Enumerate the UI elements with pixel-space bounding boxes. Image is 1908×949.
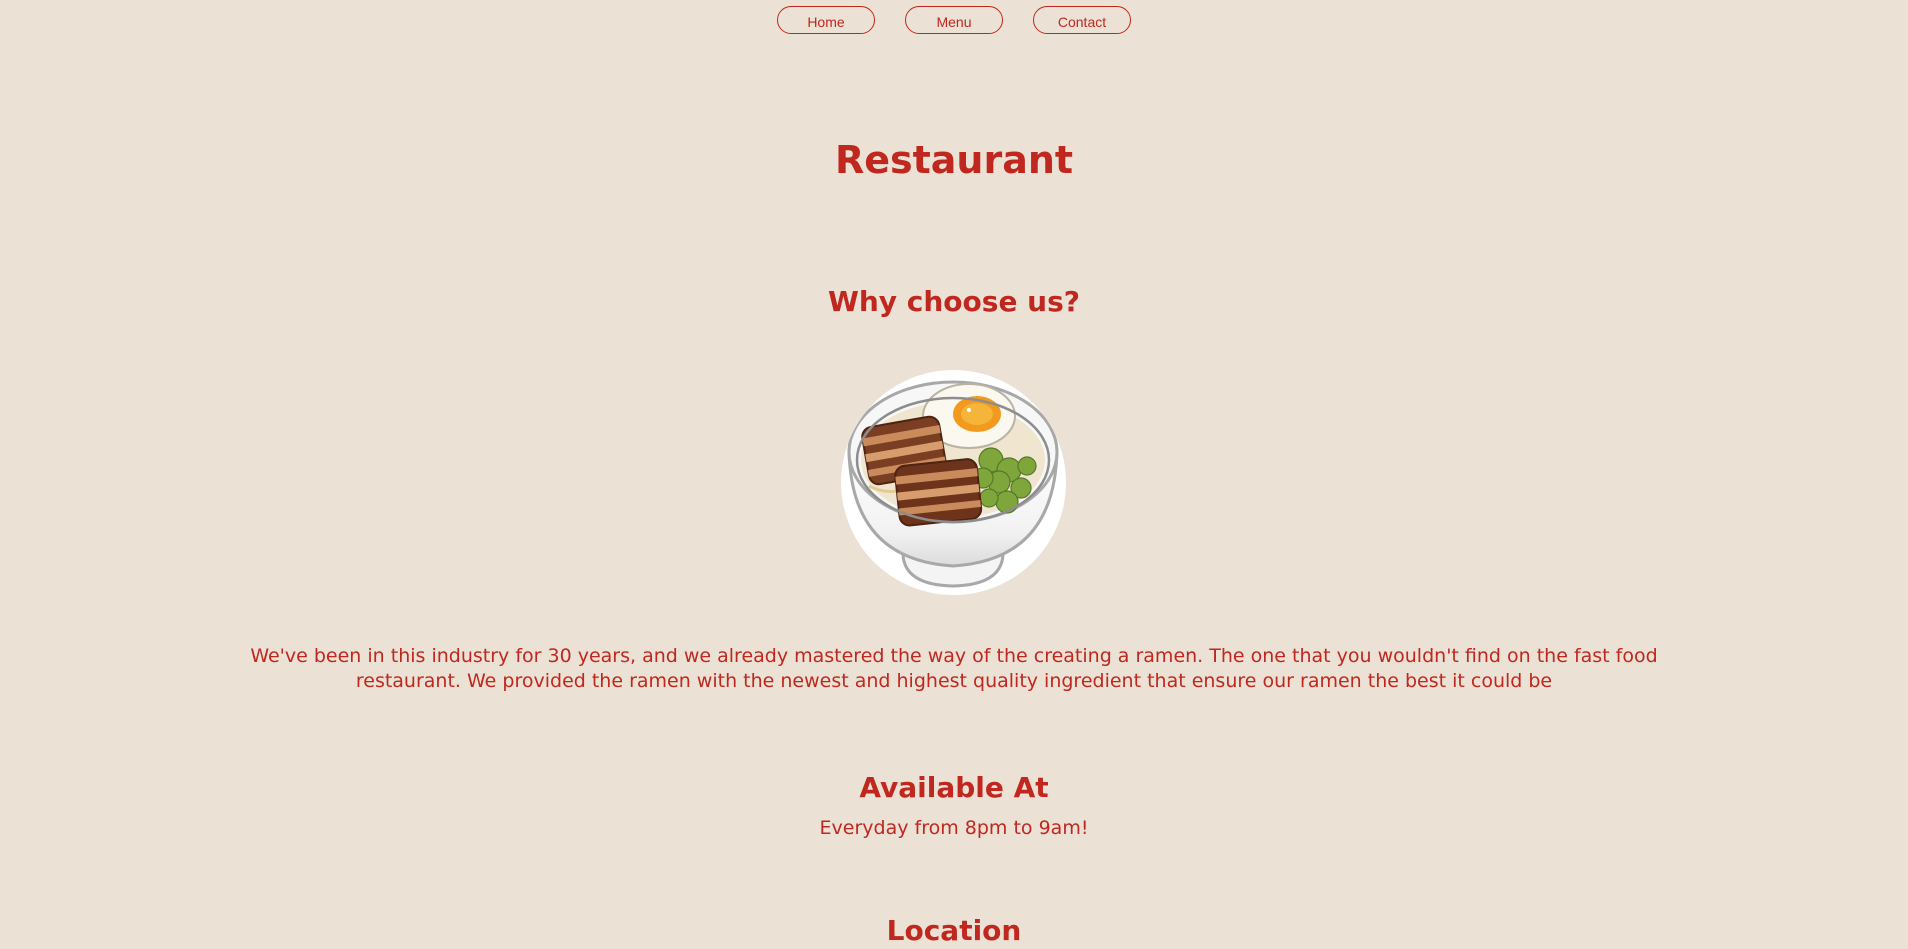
nav-home-button[interactable]: Home	[777, 6, 875, 34]
location-heading: Location	[886, 914, 1022, 947]
page-title: Restaurant	[834, 138, 1074, 182]
nav-contact-button[interactable]: Contact	[1033, 6, 1131, 34]
ramen-image	[841, 370, 1066, 595]
why-description: We've been in this industry for 30 years…	[250, 645, 1658, 692]
available-hours: Everyday from 8pm to 9am!	[819, 817, 1089, 839]
available-heading: Available At	[859, 771, 1049, 804]
ramen-bowl-icon	[847, 380, 1059, 588]
nav-menu-button[interactable]: Menu	[905, 6, 1003, 34]
top-nav: Home Menu Contact	[0, 6, 1908, 34]
why-choose-heading: Why choose us?	[827, 285, 1081, 318]
